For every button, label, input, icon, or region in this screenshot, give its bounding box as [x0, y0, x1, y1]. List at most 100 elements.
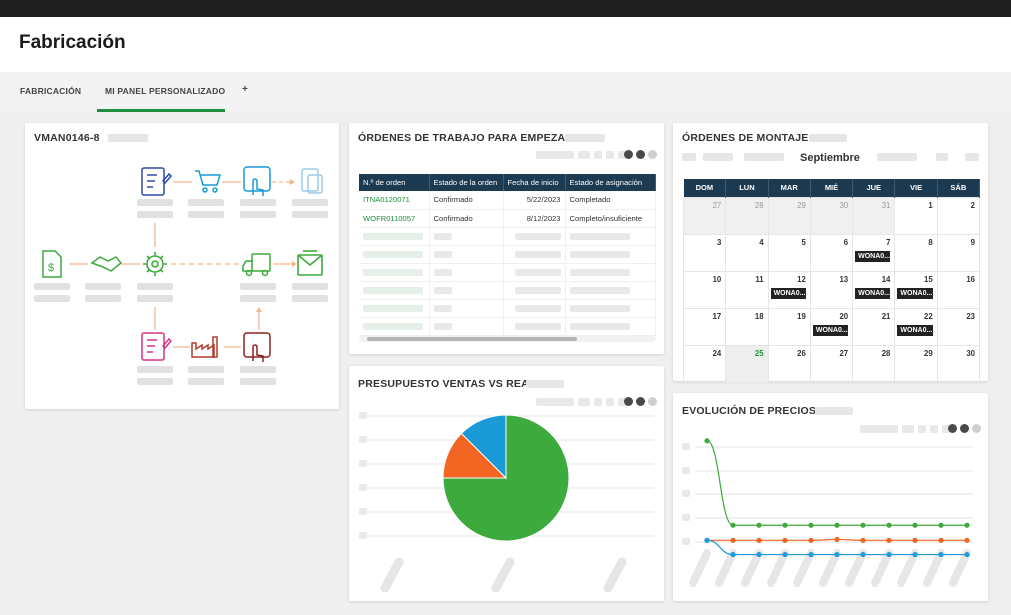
price-point[interactable]	[808, 537, 814, 543]
price-point[interactable]	[860, 537, 866, 543]
calendar-day[interactable]: 22 WONA0...	[894, 307, 938, 346]
price-series-line-0[interactable]	[706, 440, 967, 526]
assembly-event[interactable]: WONA0...	[855, 287, 891, 299]
calendar-day[interactable]: 21	[852, 307, 896, 346]
calendar-day[interactable]: 20 WONA0...	[809, 307, 854, 346]
assembly-event[interactable]: WONA0...	[770, 287, 806, 299]
price-point[interactable]	[782, 522, 788, 528]
calendar-day[interactable]: 12 WONA0...	[767, 270, 811, 309]
prev-month-button[interactable]	[682, 153, 696, 161]
calendar-day[interactable]: 19	[767, 307, 811, 346]
next-month-button[interactable]	[965, 153, 979, 161]
order-number-link[interactable]: ITNA0120071	[359, 191, 430, 210]
col-start-date[interactable]: Fecha de inicio	[503, 174, 566, 191]
price-point[interactable]	[912, 537, 918, 543]
weekday-header: MAR	[768, 179, 811, 197]
price-point[interactable]	[912, 551, 918, 558]
price-point[interactable]	[938, 537, 944, 543]
calendar-day[interactable]: 3	[682, 233, 727, 272]
table-row[interactable]: WOFR0110057 Confirmado 8/12/2023 Complet…	[359, 209, 656, 228]
price-point[interactable]	[782, 551, 788, 558]
price-point[interactable]	[912, 522, 918, 528]
calendar-day[interactable]: 4	[725, 233, 769, 272]
calendar-day[interactable]: 5	[767, 233, 811, 272]
assignment-status: Completo/insuficiente	[565, 209, 656, 228]
col-order-status[interactable]: Estado de la orden	[429, 174, 504, 191]
tab-fabricacion[interactable]: FABRICACIÓN	[20, 86, 81, 96]
price-point[interactable]	[756, 551, 762, 558]
table-row[interactable]: ITNA0120071 Confirmado 5/22/2023 Complet…	[359, 191, 656, 210]
price-point[interactable]	[808, 551, 814, 558]
col-order-number[interactable]: N.º de orden	[359, 174, 430, 191]
price-point[interactable]	[964, 551, 970, 558]
tab-mi-panel-personalizado[interactable]: MI PANEL PERSONALIZADO	[105, 86, 225, 96]
price-point[interactable]	[886, 551, 892, 558]
calendar-day[interactable]: 30	[809, 196, 854, 235]
calendar-day[interactable]: 6	[809, 233, 854, 272]
order-number-link[interactable]: WOFR0110057	[359, 209, 430, 228]
calendar-day[interactable]: 30	[936, 344, 981, 383]
calendar-day[interactable]: 1	[894, 196, 938, 235]
price-point[interactable]	[938, 522, 944, 528]
x-tick-placeholder	[767, 549, 789, 587]
calendar-day[interactable]: 28	[725, 196, 769, 235]
tab-add-button[interactable]: +	[242, 84, 248, 95]
price-point[interactable]	[782, 537, 788, 543]
price-point[interactable]	[834, 551, 840, 558]
calendar-day[interactable]: 14 WONA0...	[852, 270, 896, 309]
calendar-day[interactable]: 27	[682, 196, 727, 235]
calendar-day[interactable]: 25	[725, 344, 769, 383]
calendar-day[interactable]: 11	[725, 270, 769, 309]
calendar-day[interactable]: 2	[936, 196, 981, 235]
calendar-day[interactable]: 16	[936, 270, 981, 309]
price-point[interactable]	[860, 551, 866, 558]
col-assignment-status[interactable]: Estado de asignación	[565, 174, 656, 191]
assembly-card-title: ÓRDENES DE MONTAJE	[682, 132, 809, 144]
day-number: 9	[970, 237, 975, 247]
assembly-event[interactable]: WONA0...	[897, 324, 933, 336]
price-point[interactable]	[730, 522, 736, 528]
calendar-day[interactable]: 29	[767, 196, 811, 235]
price-point[interactable]	[886, 537, 892, 543]
calendar-day[interactable]: 18	[725, 307, 769, 346]
calendar-day[interactable]: 9	[936, 233, 981, 272]
calendar-day[interactable]: 17	[682, 307, 727, 346]
assembly-event[interactable]: WONA0...	[812, 324, 849, 336]
price-point[interactable]	[964, 522, 970, 528]
price-point[interactable]	[964, 537, 970, 543]
assembly-event[interactable]: WONA0...	[855, 250, 891, 262]
calendar-day[interactable]: 27	[809, 344, 854, 383]
calendar-day[interactable]: 26	[767, 344, 811, 383]
price-point[interactable]	[834, 536, 840, 543]
calendar-day[interactable]: 7 WONA0...	[852, 233, 896, 272]
price-point[interactable]	[756, 537, 762, 543]
price-point[interactable]	[860, 522, 866, 528]
node-label-placeholders	[34, 199, 328, 385]
x-tick-placeholder	[689, 549, 711, 587]
assembly-event[interactable]: WONA0...	[897, 287, 933, 299]
page-title: Fabricación	[19, 32, 126, 53]
price-point[interactable]	[756, 522, 762, 528]
calendar-day[interactable]: 24	[682, 344, 727, 383]
process-flow-diagram: $	[34, 166, 328, 385]
calendar-day[interactable]: 13	[809, 270, 854, 309]
price-point[interactable]	[886, 522, 892, 528]
calendar-day[interactable]: 23	[936, 307, 981, 346]
price-point[interactable]	[808, 522, 814, 528]
price-point[interactable]	[730, 537, 736, 543]
price-point[interactable]	[704, 537, 710, 543]
price-point[interactable]	[704, 438, 710, 444]
calendar-day[interactable]: 29	[894, 344, 938, 383]
scrollbar-thumb[interactable]	[367, 337, 577, 341]
price-point[interactable]	[938, 551, 944, 558]
price-point[interactable]	[730, 551, 736, 558]
calendar-day[interactable]: 28	[852, 344, 896, 383]
calendar-day[interactable]: 31	[852, 196, 896, 235]
price-point[interactable]	[834, 522, 840, 528]
x-tick-placeholder	[845, 549, 867, 587]
calendar-day[interactable]: 8	[894, 233, 938, 272]
pagination-dots[interactable]	[624, 150, 657, 159]
horizontal-scrollbar[interactable]	[359, 336, 656, 342]
calendar-day[interactable]: 10	[682, 270, 727, 309]
calendar-day[interactable]: 15 WONA0...	[894, 270, 938, 309]
